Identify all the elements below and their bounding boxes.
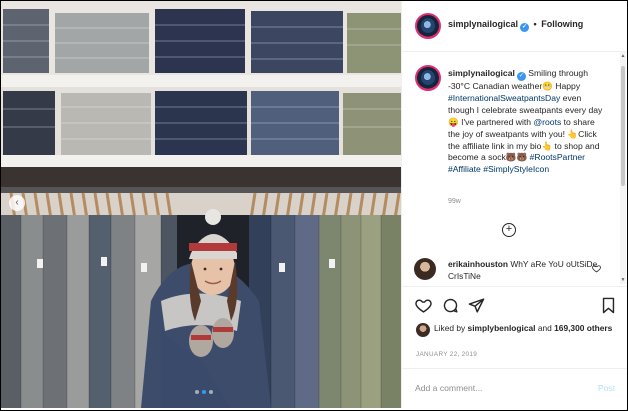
commenter-username-link[interactable]: erikainhouston <box>448 259 508 269</box>
chevron-left-icon: ‹ <box>15 197 19 208</box>
post-comment-button[interactable]: Post <box>598 383 615 393</box>
scrollbar-thumb[interactable] <box>621 66 625 186</box>
caption-timestamp[interactable]: 99w <box>448 198 461 205</box>
hashtag-link[interactable]: #InternationalSweatpantsDay <box>448 93 560 103</box>
comment-bubble-icon[interactable] <box>442 297 459 314</box>
carousel-dot <box>195 390 199 394</box>
add-comment-bar: Add a comment... Post <box>402 368 627 408</box>
post-photo[interactable]: ‹ <box>1 1 401 408</box>
load-more-comments-button[interactable]: + <box>502 223 516 237</box>
comment-item: erikainhouston WhY aRe YoU oUtSiDe CrIsT… <box>448 259 598 282</box>
scroll-up-arrow-icon[interactable]: ▲ <box>620 53 626 59</box>
scroll-down-arrow-icon[interactable]: ▼ <box>620 277 626 283</box>
commenter-avatar[interactable] <box>414 258 436 280</box>
likes-summary: Liked by simplybenlogical and 169,300 ot… <box>434 323 614 335</box>
caption-username-link[interactable]: simplynailogical <box>448 68 515 78</box>
header-user-line: simplynailogical ✓ • Following <box>448 19 583 32</box>
post-caption: simplynailogical ✓ Smiling through -30°C … <box>448 68 608 176</box>
post-actions: Liked by simplybenlogical and 169,300 ot… <box>402 286 627 367</box>
verified-badge-icon: ✓ <box>520 23 530 32</box>
like-heart-icon[interactable] <box>415 297 432 314</box>
plus-circle-icon: + <box>505 223 513 235</box>
author-avatar[interactable] <box>415 13 441 39</box>
post-date[interactable]: JANUARY 22, 2019 <box>416 351 477 358</box>
hashtag-link[interactable]: #RootsPartner <box>530 152 585 162</box>
likes-count-link[interactable]: 169,300 others <box>554 323 612 333</box>
liker-username-link[interactable]: simplybenlogical <box>468 323 536 333</box>
comment-like-heart-icon[interactable] <box>592 264 601 273</box>
carousel-dot <box>209 390 213 394</box>
verified-badge-icon: ✓ <box>516 72 526 81</box>
likes-prefix: Liked by <box>434 323 466 333</box>
liker-avatar[interactable] <box>416 323 430 337</box>
author-username-link[interactable]: simplynailogical <box>448 19 518 29</box>
hanging-pants-right <box>249 215 401 408</box>
following-button[interactable]: Following <box>541 19 583 29</box>
header-separator: • <box>533 19 537 29</box>
caption-author-avatar[interactable] <box>415 65 441 91</box>
folded-sweatpants-top <box>3 9 401 73</box>
hashtag-link[interactable]: #SimplyStyleIcon <box>483 164 549 174</box>
carousel-dots <box>195 390 213 394</box>
comments-scrollbar[interactable]: ▲ ▼ <box>620 52 626 284</box>
avatar-image <box>421 19 435 33</box>
avatar-image <box>421 71 435 85</box>
post-header: simplynailogical ✓ • Following <box>402 1 627 52</box>
hashtag-link[interactable]: #Affiliate <box>448 164 481 174</box>
store-photo-illustration <box>1 1 401 408</box>
share-paper-plane-icon[interactable] <box>468 297 485 314</box>
post-side-panel: simplynailogical ✓ • Following ▲ ▼ simply… <box>401 1 627 408</box>
mention-link[interactable]: @roots <box>533 117 561 127</box>
carousel-dot-active <box>202 390 206 394</box>
comment-input[interactable]: Add a comment... <box>415 383 482 393</box>
likes-connector: and <box>537 323 552 333</box>
save-bookmark-icon[interactable] <box>601 297 616 314</box>
carousel-prev-button[interactable]: ‹ <box>9 195 25 211</box>
